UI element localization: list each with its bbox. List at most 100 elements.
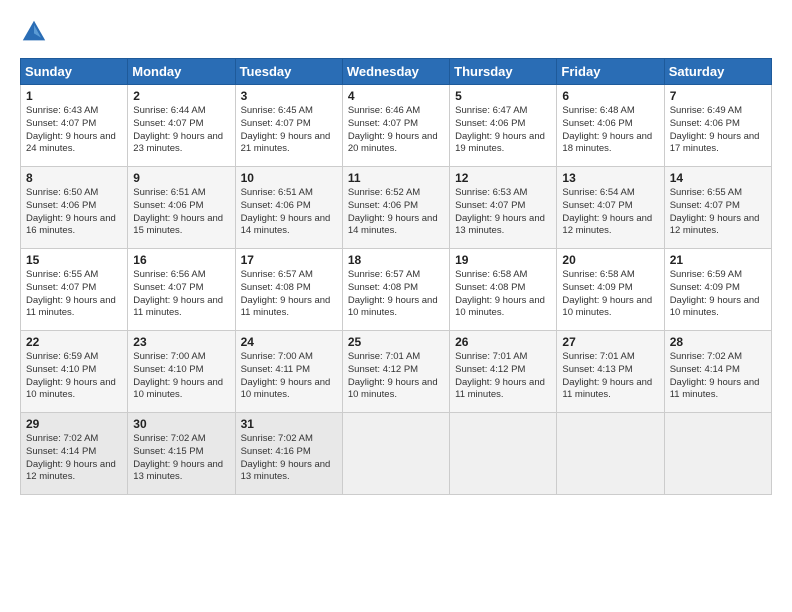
day-info: Sunrise: 6:46 AMSunset: 4:07 PMDaylight:…: [348, 105, 444, 156]
day-number: 14: [670, 171, 766, 185]
calendar-cell: 28 Sunrise: 7:02 AMSunset: 4:14 PMDayligh…: [664, 331, 771, 413]
weekday-header-saturday: Saturday: [664, 59, 771, 85]
calendar-cell: [664, 413, 771, 495]
day-info: Sunrise: 6:58 AMSunset: 4:08 PMDaylight:…: [455, 269, 551, 320]
day-info: Sunrise: 7:01 AMSunset: 4:12 PMDaylight:…: [348, 351, 444, 402]
calendar-week-row: 29 Sunrise: 7:02 AMSunset: 4:14 PMDayligh…: [21, 413, 772, 495]
day-info: Sunrise: 6:43 AMSunset: 4:07 PMDaylight:…: [26, 105, 122, 156]
calendar-cell: 12 Sunrise: 6:53 AMSunset: 4:07 PMDayligh…: [450, 167, 557, 249]
calendar-cell: 29 Sunrise: 7:02 AMSunset: 4:14 PMDayligh…: [21, 413, 128, 495]
day-info: Sunrise: 6:52 AMSunset: 4:06 PMDaylight:…: [348, 187, 444, 238]
day-number: 2: [133, 89, 229, 103]
day-number: 16: [133, 253, 229, 267]
calendar-table: SundayMondayTuesdayWednesdayThursdayFrid…: [20, 58, 772, 495]
day-info: Sunrise: 7:00 AMSunset: 4:11 PMDaylight:…: [241, 351, 337, 402]
calendar-cell: 4 Sunrise: 6:46 AMSunset: 4:07 PMDaylight…: [342, 85, 449, 167]
day-number: 6: [562, 89, 658, 103]
calendar-cell: 18 Sunrise: 6:57 AMSunset: 4:08 PMDayligh…: [342, 249, 449, 331]
calendar-cell: 23Sunrise: 7:00 AMSunset: 4:10 PMDayligh…: [128, 331, 235, 413]
day-number: 20: [562, 253, 658, 267]
day-info: Sunrise: 6:54 AMSunset: 4:07 PMDaylight:…: [562, 187, 658, 238]
day-info: Sunrise: 6:53 AMSunset: 4:07 PMDaylight:…: [455, 187, 551, 238]
calendar-week-row: 8 Sunrise: 6:50 AMSunset: 4:06 PMDaylight…: [21, 167, 772, 249]
day-info: Sunrise: 6:45 AMSunset: 4:07 PMDaylight:…: [241, 105, 337, 156]
header: [20, 18, 772, 46]
day-number: 28: [670, 335, 766, 349]
weekday-header-monday: Monday: [128, 59, 235, 85]
day-info: Sunrise: 6:55 AMSunset: 4:07 PMDaylight:…: [670, 187, 766, 238]
weekday-header-wednesday: Wednesday: [342, 59, 449, 85]
day-info: Sunrise: 6:47 AMSunset: 4:06 PMDaylight:…: [455, 105, 551, 156]
day-number: 1: [26, 89, 122, 103]
weekday-header-tuesday: Tuesday: [235, 59, 342, 85]
calendar-cell: 7 Sunrise: 6:49 AMSunset: 4:06 PMDaylight…: [664, 85, 771, 167]
day-number: 10: [241, 171, 337, 185]
calendar-cell: 8 Sunrise: 6:50 AMSunset: 4:06 PMDaylight…: [21, 167, 128, 249]
day-info: Sunrise: 6:57 AMSunset: 4:08 PMDaylight:…: [348, 269, 444, 320]
page: SundayMondayTuesdayWednesdayThursdayFrid…: [0, 0, 792, 612]
day-info: Sunrise: 6:44 AMSunset: 4:07 PMDaylight:…: [133, 105, 229, 156]
calendar-cell: 22Sunrise: 6:59 AMSunset: 4:10 PMDayligh…: [21, 331, 128, 413]
day-info: Sunrise: 7:00 AMSunset: 4:10 PMDaylight:…: [133, 351, 229, 402]
calendar-week-row: 22Sunrise: 6:59 AMSunset: 4:10 PMDayligh…: [21, 331, 772, 413]
day-number: 21: [670, 253, 766, 267]
day-number: 15: [26, 253, 122, 267]
day-info: Sunrise: 6:59 AMSunset: 4:09 PMDaylight:…: [670, 269, 766, 320]
day-number: 31: [241, 417, 337, 431]
weekday-header-friday: Friday: [557, 59, 664, 85]
logo-icon: [20, 18, 48, 46]
calendar-cell: 14 Sunrise: 6:55 AMSunset: 4:07 PMDayligh…: [664, 167, 771, 249]
day-number: 4: [348, 89, 444, 103]
day-number: 29: [26, 417, 122, 431]
day-number: 5: [455, 89, 551, 103]
calendar-cell: 1 Sunrise: 6:43 AMSunset: 4:07 PMDaylight…: [21, 85, 128, 167]
calendar-cell: [557, 413, 664, 495]
calendar-cell: 16 Sunrise: 6:56 AMSunset: 4:07 PMDayligh…: [128, 249, 235, 331]
calendar-cell: 3Sunrise: 6:45 AMSunset: 4:07 PMDaylight…: [235, 85, 342, 167]
day-number: 18: [348, 253, 444, 267]
day-info: Sunrise: 6:57 AMSunset: 4:08 PMDaylight:…: [241, 269, 337, 320]
calendar-cell: 20 Sunrise: 6:58 AMSunset: 4:09 PMDayligh…: [557, 249, 664, 331]
day-number: 27: [562, 335, 658, 349]
day-info: Sunrise: 7:02 AMSunset: 4:14 PMDaylight:…: [26, 433, 122, 484]
calendar-cell: 27Sunrise: 7:01 AMSunset: 4:13 PMDayligh…: [557, 331, 664, 413]
day-number: 8: [26, 171, 122, 185]
day-info: Sunrise: 6:50 AMSunset: 4:06 PMDaylight:…: [26, 187, 122, 238]
day-info: Sunrise: 7:02 AMSunset: 4:15 PMDaylight:…: [133, 433, 229, 484]
calendar-cell: 13Sunrise: 6:54 AMSunset: 4:07 PMDayligh…: [557, 167, 664, 249]
day-info: Sunrise: 6:48 AMSunset: 4:06 PMDaylight:…: [562, 105, 658, 156]
day-info: Sunrise: 6:51 AMSunset: 4:06 PMDaylight:…: [241, 187, 337, 238]
calendar-week-row: 1 Sunrise: 6:43 AMSunset: 4:07 PMDaylight…: [21, 85, 772, 167]
day-info: Sunrise: 7:02 AMSunset: 4:14 PMDaylight:…: [670, 351, 766, 402]
day-info: Sunrise: 6:49 AMSunset: 4:06 PMDaylight:…: [670, 105, 766, 156]
calendar-cell: 21 Sunrise: 6:59 AMSunset: 4:09 PMDayligh…: [664, 249, 771, 331]
day-info: Sunrise: 6:55 AMSunset: 4:07 PMDaylight:…: [26, 269, 122, 320]
calendar-cell: 24 Sunrise: 7:00 AMSunset: 4:11 PMDayligh…: [235, 331, 342, 413]
day-info: Sunrise: 7:02 AMSunset: 4:16 PMDaylight:…: [241, 433, 337, 484]
day-info: Sunrise: 6:58 AMSunset: 4:09 PMDaylight:…: [562, 269, 658, 320]
day-number: 30: [133, 417, 229, 431]
calendar-cell: 17 Sunrise: 6:57 AMSunset: 4:08 PMDayligh…: [235, 249, 342, 331]
day-number: 12: [455, 171, 551, 185]
calendar-cell: [450, 413, 557, 495]
day-number: 7: [670, 89, 766, 103]
calendar-cell: 25 Sunrise: 7:01 AMSunset: 4:12 PMDayligh…: [342, 331, 449, 413]
calendar-cell: 30 Sunrise: 7:02 AMSunset: 4:15 PMDayligh…: [128, 413, 235, 495]
calendar-cell: 26Sunrise: 7:01 AMSunset: 4:12 PMDayligh…: [450, 331, 557, 413]
day-number: 25: [348, 335, 444, 349]
calendar-cell: [342, 413, 449, 495]
day-info: Sunrise: 7:01 AMSunset: 4:12 PMDaylight:…: [455, 351, 551, 402]
weekday-header-thursday: Thursday: [450, 59, 557, 85]
day-info: Sunrise: 6:56 AMSunset: 4:07 PMDaylight:…: [133, 269, 229, 320]
day-number: 17: [241, 253, 337, 267]
calendar-week-row: 15 Sunrise: 6:55 AMSunset: 4:07 PMDayligh…: [21, 249, 772, 331]
weekday-header-row: SundayMondayTuesdayWednesdayThursdayFrid…: [21, 59, 772, 85]
calendar-cell: 10 Sunrise: 6:51 AMSunset: 4:06 PMDayligh…: [235, 167, 342, 249]
calendar-cell: 11Sunrise: 6:52 AMSunset: 4:06 PMDayligh…: [342, 167, 449, 249]
day-number: 24: [241, 335, 337, 349]
calendar-cell: 19 Sunrise: 6:58 AMSunset: 4:08 PMDayligh…: [450, 249, 557, 331]
day-number: 19: [455, 253, 551, 267]
logo: [20, 18, 52, 46]
day-number: 9: [133, 171, 229, 185]
calendar-cell: 15 Sunrise: 6:55 AMSunset: 4:07 PMDayligh…: [21, 249, 128, 331]
